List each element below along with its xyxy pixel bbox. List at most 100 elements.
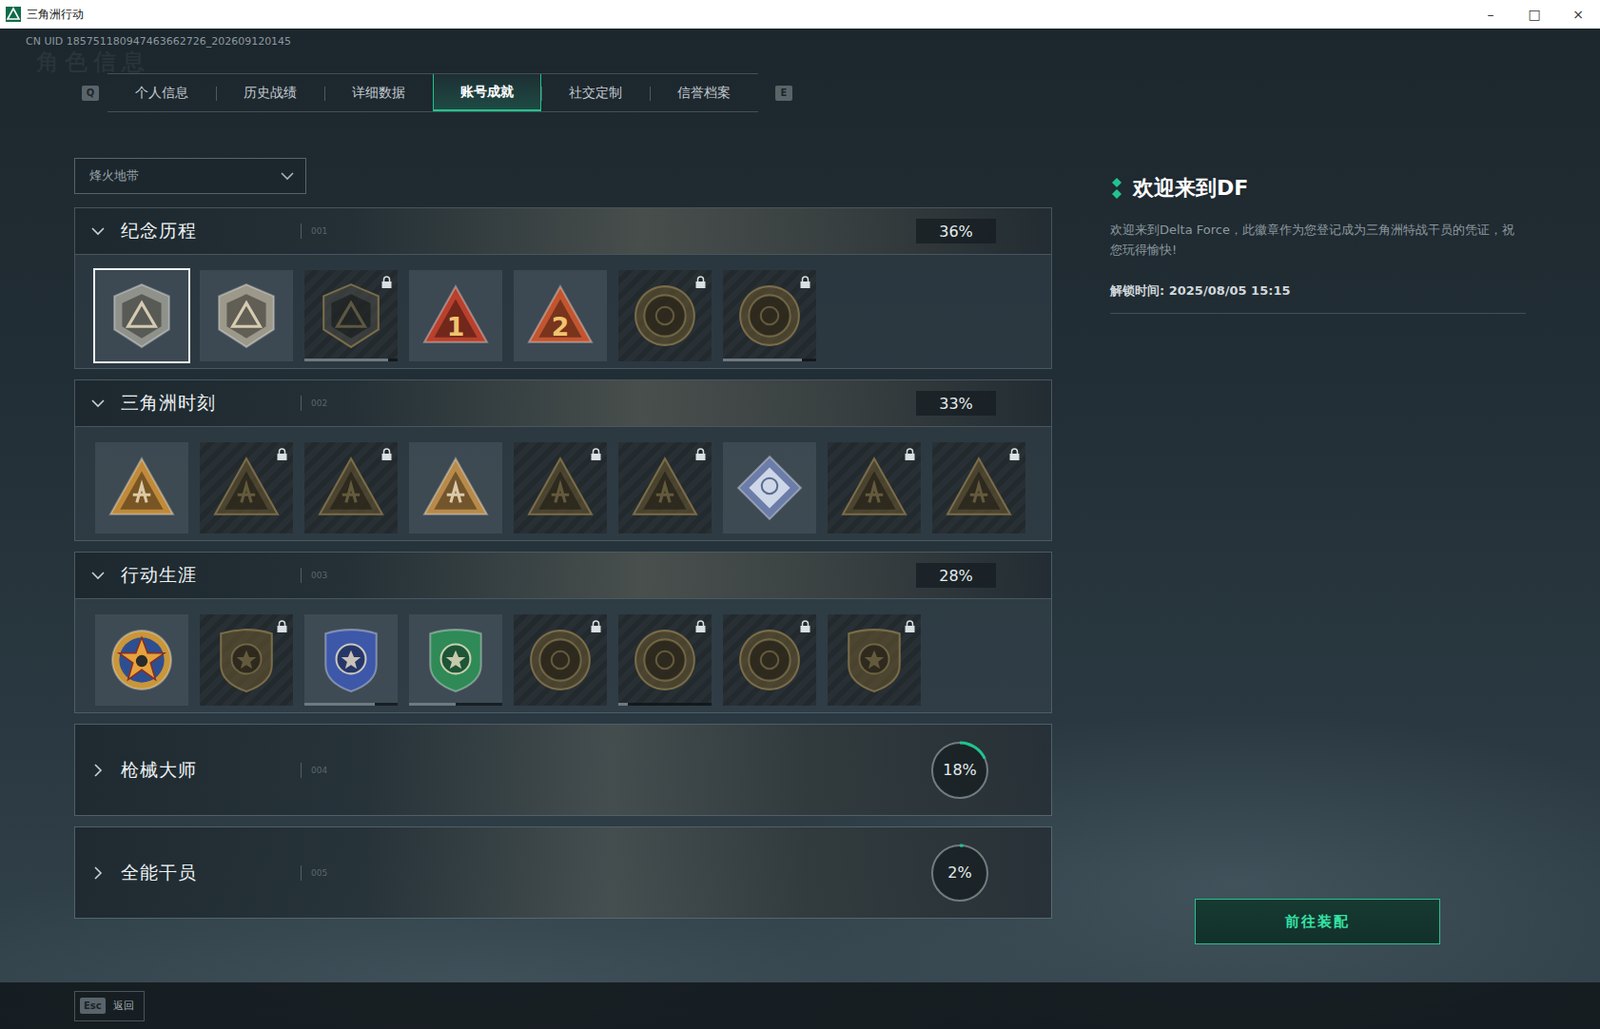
shield-badge-icon (212, 625, 281, 695)
achievement-badge[interactable] (197, 440, 295, 536)
tab-label: 历史战绩 (243, 84, 297, 102)
section-index: 005 (311, 868, 930, 879)
next-tab-key[interactable]: E (775, 85, 793, 101)
triangle-badge-icon (944, 453, 1014, 523)
chevron-down-icon[interactable] (89, 222, 107, 240)
lock-icon (904, 448, 916, 461)
achievement-badge[interactable]: 1 (407, 268, 505, 364)
shield-badge-icon (839, 625, 909, 695)
close-button[interactable]: × (1556, 0, 1600, 29)
shield-badge-icon (316, 625, 386, 695)
section-index: 001 (311, 226, 917, 236)
achievement-badge[interactable] (93, 612, 191, 708)
triangle-badge-icon (316, 453, 386, 523)
diamond-badge-icon (735, 453, 804, 523)
lock-icon (590, 620, 602, 633)
badge-progress-track (304, 702, 398, 706)
section-header[interactable]: 三角洲时刻00233% (75, 380, 1052, 427)
medal-badge-icon (630, 281, 700, 351)
chevron-down-icon[interactable] (89, 394, 107, 412)
badge-number: 1 (447, 312, 466, 342)
tab[interactable]: 信誉档案 (649, 74, 759, 112)
triangle-badge-icon (421, 453, 490, 523)
achievement-badge[interactable] (825, 440, 923, 536)
triangle-badge-icon (839, 453, 909, 523)
tab[interactable]: 个人信息 (107, 74, 216, 112)
badge-progress-track (304, 358, 398, 362)
dropdown-value: 烽火地带 (89, 167, 279, 185)
badge-progress-track (722, 358, 817, 362)
achievement-badge[interactable]: 2 (511, 268, 609, 364)
badge-progress-fill (304, 358, 389, 362)
progress-percent: 33% (916, 390, 996, 416)
section-index: 003 (311, 570, 917, 581)
achievement-section: 枪械大师00418% (74, 723, 1053, 817)
badge-grid (75, 598, 1052, 713)
achievement-badge[interactable] (616, 440, 714, 536)
achievement-badge[interactable] (511, 440, 609, 536)
triangle-badge-icon: 1 (421, 281, 490, 351)
star-badge-icon (107, 625, 176, 695)
footer-bar: Esc返回 (0, 982, 1600, 1029)
achievement-badge[interactable] (407, 440, 505, 536)
lock-icon (590, 448, 602, 461)
progress-percent: 36% (916, 218, 996, 244)
tab-label: 社交定制 (568, 84, 623, 102)
medal-badge-icon (735, 625, 804, 695)
achievement-badge[interactable] (197, 612, 295, 708)
tab[interactable]: 历史战绩 (215, 74, 325, 112)
lock-icon (695, 448, 706, 461)
tab[interactable]: 账号成就 (432, 74, 542, 112)
achievement-section: 纪念历程00136% 1 2 (74, 207, 1053, 370)
equip-button[interactable]: 前往装配 (1194, 898, 1441, 945)
minimize-button[interactable]: – (1468, 0, 1513, 29)
chevron-right-icon[interactable] (89, 761, 107, 780)
hex-badge-icon (316, 281, 386, 351)
achievement-badge[interactable] (407, 612, 505, 708)
page-watermark: 角色信息 (36, 49, 151, 75)
section-header[interactable]: 枪械大师00418% (75, 724, 1052, 816)
main-area: 角色信息CN UID 185751180947463662726_2026091… (0, 28, 1600, 1029)
section-header[interactable]: 纪念历程00136% (75, 208, 1052, 254)
chevron-right-icon[interactable] (89, 864, 107, 882)
lock-icon (695, 620, 706, 633)
tab-bar: Q 个人信息 历史战绩 详细数据 账号成就 社交定制 信誉档案 E (0, 73, 1600, 113)
maximize-button[interactable]: □ (1512, 0, 1557, 29)
achievement-badge[interactable] (616, 612, 714, 708)
achievement-badge[interactable] (721, 612, 819, 708)
achievement-badge[interactable] (511, 612, 609, 708)
badge-progress-fill (722, 358, 802, 362)
mode-dropdown[interactable]: 烽火地带 (74, 157, 307, 195)
tab-label: 信誉档案 (677, 84, 731, 102)
achievement-badge[interactable] (616, 268, 714, 364)
badge-progress-fill (618, 702, 628, 706)
achievement-badge[interactable] (930, 440, 1028, 536)
achievement-section: 行动生涯00328% (74, 551, 1053, 714)
tab[interactable]: 社交定制 (541, 74, 650, 112)
tab[interactable]: 详细数据 (324, 74, 433, 112)
achievement-badge[interactable] (721, 268, 819, 364)
lock-icon (695, 275, 706, 289)
lock-icon (276, 620, 288, 633)
achievement-badge[interactable] (825, 612, 923, 708)
achievement-badge[interactable] (93, 268, 191, 364)
chevron-down-icon (278, 167, 296, 185)
achievement-badge[interactable] (93, 440, 191, 536)
lock-icon (904, 620, 916, 633)
achievement-badge[interactable] (302, 440, 400, 536)
chevron-down-icon[interactable] (89, 566, 107, 585)
achievement-badge[interactable] (197, 268, 295, 364)
back-button[interactable]: Esc返回 (74, 991, 145, 1022)
esc-key: Esc (79, 997, 106, 1015)
prev-tab-key[interactable]: Q (81, 85, 99, 101)
achievement-badge[interactable] (302, 268, 400, 364)
section-header[interactable]: 行动生涯00328% (75, 552, 1052, 599)
achievement-badge[interactable] (302, 612, 400, 708)
section-index: 002 (311, 398, 917, 409)
section-header[interactable]: 全能干员0052% (75, 827, 1052, 918)
section-title: 枪械大师 (120, 758, 301, 783)
tab-label: 详细数据 (351, 84, 406, 102)
achievement-badge[interactable] (721, 440, 819, 536)
tab-label: 账号成就 (460, 83, 514, 101)
badge-number: 2 (551, 312, 570, 342)
